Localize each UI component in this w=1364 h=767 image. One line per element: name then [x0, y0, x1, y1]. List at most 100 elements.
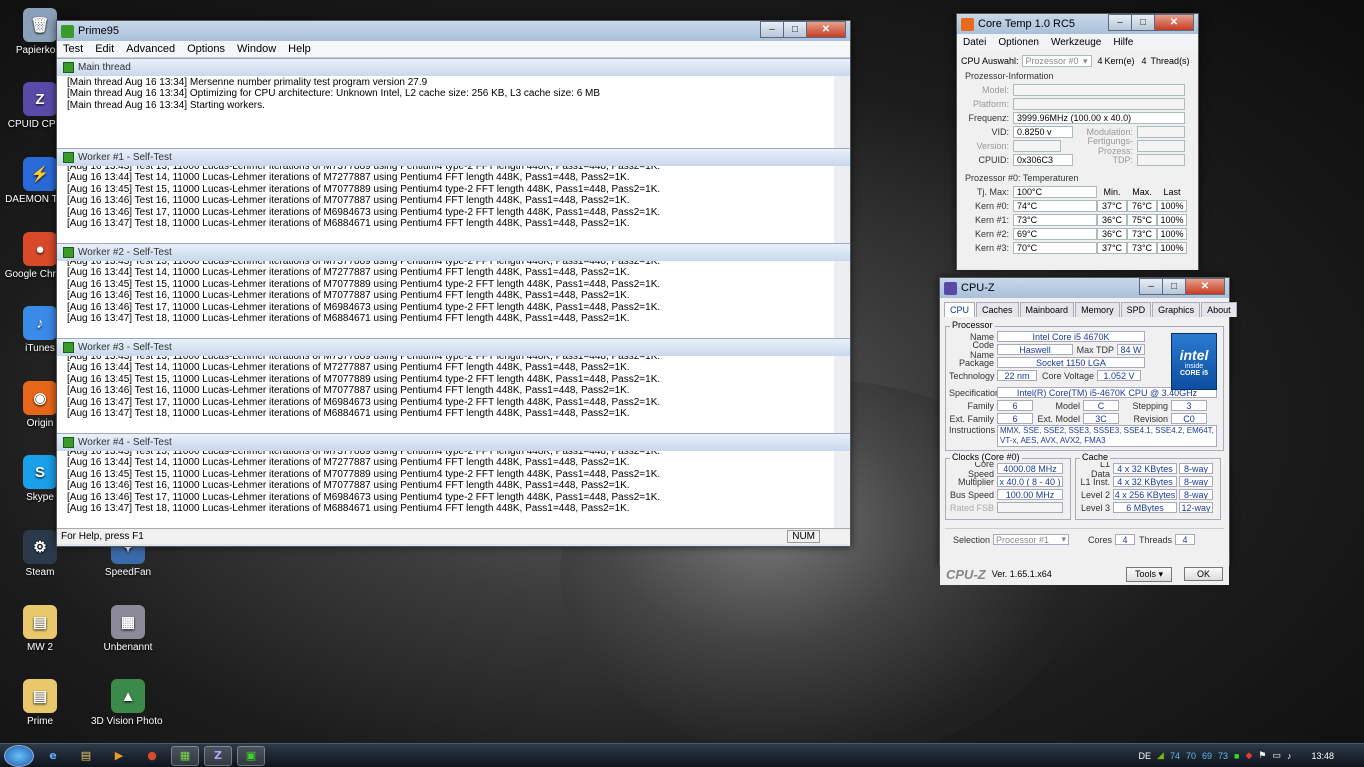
- log-line: [Aug 16 13:44] Test 14, 11000 Lucas-Lehm…: [67, 362, 630, 374]
- cpu-select-dropdown[interactable]: Prozessor #0 ▾: [1021, 55, 1092, 67]
- tray-temp-core2: 69: [1201, 750, 1212, 761]
- speedfan-tray-icon[interactable]: ■: [1234, 751, 1239, 761]
- menu-hilfe[interactable]: Hilfe: [1107, 37, 1139, 48]
- coretemp-titlebar[interactable]: Core Temp 1.0 RC5 – □ ✕: [957, 14, 1198, 34]
- taskbar: e ▤ ▶ ● ▦ Z ▣ DE ◢ 74 70 69 73 ■ ◆ ⚑ ▭ ♪…: [0, 743, 1364, 767]
- 3d-vision-icon: ▲: [111, 679, 145, 713]
- taskbar-coretemp-icon[interactable]: ▦: [171, 745, 199, 766]
- taskbar-prime95-icon[interactable]: ▣: [237, 745, 265, 766]
- worker-icon: [63, 437, 74, 448]
- prime95-window: Prime95 – □ ✕ Test Edit Advanced Options…: [56, 20, 851, 547]
- prime-folder-icon: ▤: [23, 679, 57, 713]
- worker-4-title[interactable]: Worker #4 - Self-Test: [57, 433, 850, 451]
- start-button[interactable]: [4, 744, 34, 767]
- taskbar-explorer-icon[interactable]: ▤: [72, 746, 100, 766]
- network-tray-icon[interactable]: ▭: [1272, 750, 1281, 761]
- taskbar-ie-icon[interactable]: e: [39, 746, 67, 766]
- menu-edit[interactable]: Edit: [89, 43, 120, 55]
- ratedfsb-label: Rated FSB: [949, 502, 994, 513]
- maximize-button[interactable]: □: [1162, 278, 1186, 295]
- taskbar-chrome-icon[interactable]: ●: [138, 746, 166, 766]
- tab-mainboard[interactable]: Mainboard: [1019, 302, 1075, 317]
- volume-tray-icon[interactable]: ♪: [1287, 751, 1292, 761]
- menu-optionen[interactable]: Optionen: [992, 37, 1045, 48]
- flag-tray-icon[interactable]: ⚑: [1258, 750, 1266, 761]
- threads-label: Threads: [1138, 534, 1172, 545]
- menu-werkzeuge[interactable]: Werkzeuge: [1045, 37, 1107, 48]
- codename-value: Haswell: [997, 344, 1073, 355]
- chrome-icon: ●: [23, 232, 57, 266]
- taskbar-cpuz-icon[interactable]: Z: [204, 745, 232, 766]
- selection-dropdown[interactable]: Processor #1 ▾: [993, 534, 1069, 545]
- close-button[interactable]: ✕: [806, 21, 846, 38]
- worker-4-pane[interactable]: [Aug 16 13:43] Test 13, 11000 Lucas-Lehm…: [57, 451, 850, 528]
- prime95-statusbar: For Help, press F1 NUM: [57, 528, 850, 544]
- itunes-icon: ♪: [23, 306, 57, 340]
- cpuz-tabs: CPU Caches Mainboard Memory SPD Graphics About: [940, 298, 1237, 317]
- language-indicator[interactable]: DE: [1139, 751, 1152, 761]
- revision-value: C0: [1171, 413, 1207, 424]
- maxtdp-label: Max TDP: [1076, 344, 1114, 355]
- prime95-titlebar[interactable]: Prime95 – □ ✕: [57, 21, 850, 41]
- unbenannt-shortcut[interactable]: ▦ Unbenannt: [91, 605, 165, 653]
- maximize-button[interactable]: □: [1131, 14, 1155, 31]
- security-tray-icon[interactable]: ◆: [1245, 750, 1252, 761]
- tab-about[interactable]: About: [1201, 302, 1237, 317]
- mw2-folder-shortcut[interactable]: ▤ MW 2: [3, 605, 77, 653]
- worker-1-pane[interactable]: [Aug 16 13:43] Test 13, 11000 Lucas-Lehm…: [57, 166, 850, 243]
- 3d-vision-shortcut[interactable]: ▲ 3D Vision Photo Viewer: [91, 679, 165, 727]
- instructions-label: Instructions: [949, 425, 996, 435]
- main-thread-pane[interactable]: [Main thread Aug 16 13:34] Mersenne numb…: [57, 76, 850, 148]
- minimize-button[interactable]: –: [1139, 278, 1163, 295]
- version-value: [1013, 140, 1061, 152]
- cpuz-version: Ver. 1.65.1.x64: [991, 569, 1052, 579]
- worker-3-pane[interactable]: [Aug 16 13:43] Test 13, 11000 Lucas-Lehm…: [57, 356, 850, 433]
- minimize-button[interactable]: –: [760, 21, 784, 38]
- worker-1-title[interactable]: Worker #1 - Self-Test: [57, 148, 850, 166]
- core-temp-row: Kern #2: 69°C 36°C 73°C 100%: [961, 227, 1194, 241]
- tab-caches[interactable]: Caches: [976, 302, 1019, 317]
- spec-label: Specification: [949, 387, 1001, 398]
- l2-value: 4 x 256 KBytes: [1113, 489, 1177, 500]
- tray-temp-core0: 74: [1169, 750, 1180, 761]
- taskbar-media-icon[interactable]: ▶: [105, 746, 133, 766]
- menu-options[interactable]: Options: [181, 43, 231, 55]
- core-label: Kern #0:: [974, 201, 1009, 211]
- prime-folder-shortcut[interactable]: ▤ Prime: [3, 679, 77, 727]
- minimize-button[interactable]: –: [1108, 14, 1132, 31]
- log-line: [Aug 16 13:46] Test 16, 11000 Lucas-Lehm…: [67, 385, 630, 397]
- menu-help[interactable]: Help: [282, 43, 317, 55]
- mw2-folder-icon: ▤: [23, 605, 57, 639]
- tab-graphics[interactable]: Graphics: [1152, 302, 1201, 317]
- menu-datei[interactable]: Datei: [957, 37, 992, 48]
- worker-2-pane[interactable]: [Aug 16 13:43] Test 13, 11000 Lucas-Lehm…: [57, 261, 850, 338]
- log-line: [Aug 16 13:47] Test 18, 11000 Lucas-Lehm…: [67, 218, 630, 230]
- platform-value: [1013, 98, 1185, 110]
- tab-spd[interactable]: SPD: [1120, 302, 1152, 317]
- tab-memory[interactable]: Memory: [1075, 302, 1120, 317]
- cpuz-titlebar[interactable]: CPU-Z – □ ✕: [940, 278, 1229, 298]
- family-value: 6: [997, 400, 1033, 411]
- menu-window[interactable]: Window: [231, 43, 282, 55]
- menu-test[interactable]: Test: [57, 43, 89, 55]
- close-button[interactable]: ✕: [1185, 278, 1225, 295]
- clock[interactable]: 13:48: [1311, 751, 1334, 761]
- col-min-label: Min.: [1103, 187, 1121, 197]
- ok-button[interactable]: OK: [1183, 567, 1223, 581]
- worker-3-title[interactable]: Worker #3 - Self-Test: [57, 338, 850, 356]
- log-line: [Aug 16 13:45] Test 15, 11000 Lucas-Lehm…: [67, 468, 661, 480]
- nvidia-tray-icon[interactable]: ◢: [1157, 750, 1164, 761]
- l1i-label: L1 Inst.: [1080, 476, 1110, 487]
- close-button[interactable]: ✕: [1154, 14, 1194, 31]
- status-text: For Help, press F1: [61, 531, 144, 542]
- codename-label: Code Name: [969, 339, 994, 360]
- menu-advanced[interactable]: Advanced: [120, 43, 181, 55]
- desktop-icon-label: SpeedFan: [104, 567, 152, 578]
- main-thread-title[interactable]: Main thread: [57, 58, 850, 76]
- cpuz-title: CPU-Z: [961, 282, 995, 294]
- cpuz-desktop-icon: Z: [23, 82, 57, 116]
- maximize-button[interactable]: □: [783, 21, 807, 38]
- tools-button[interactable]: Tools ▾: [1125, 566, 1172, 582]
- worker-2-title[interactable]: Worker #2 - Self-Test: [57, 243, 850, 261]
- tab-cpu[interactable]: CPU: [944, 302, 976, 317]
